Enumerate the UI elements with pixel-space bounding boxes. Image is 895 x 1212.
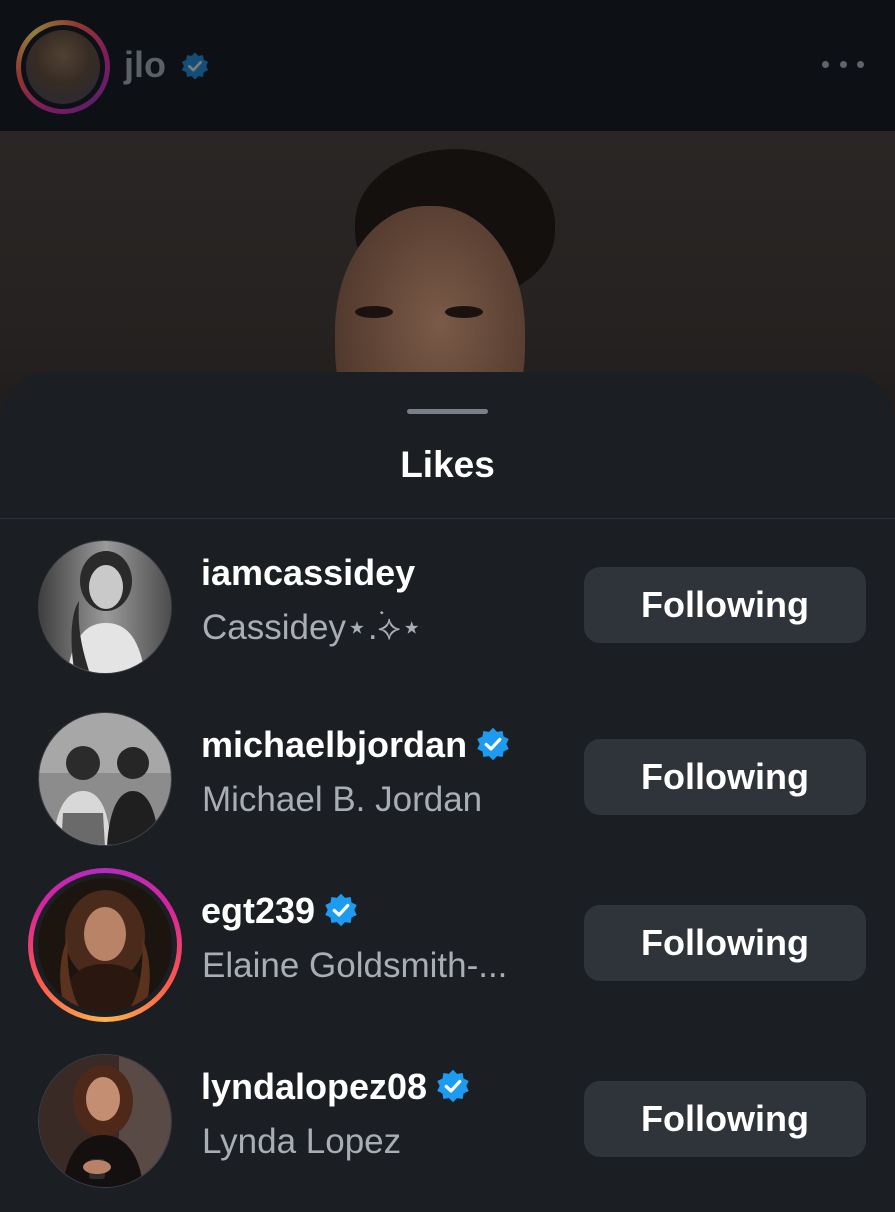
avatar[interactable] xyxy=(38,1054,172,1188)
username[interactable]: egt239 xyxy=(201,890,359,932)
username[interactable]: michaelbjordan xyxy=(201,724,511,766)
like-row-iamcassidey[interactable]: iamcassidey Cassidey⋆.࣪⟡⋆ Following xyxy=(0,530,895,680)
author-username[interactable]: jlo xyxy=(124,44,166,86)
like-row-michaelbjordan[interactable]: michaelbjordan Michael B. Jordan Followi… xyxy=(0,702,895,852)
following-button[interactable]: Following xyxy=(584,905,866,981)
likes-sheet: Likes iamcassidey Cassidey⋆.࣪⟡⋆ Followin… xyxy=(0,372,895,1212)
username[interactable]: iamcassidey xyxy=(201,552,415,594)
divider xyxy=(0,518,895,519)
following-button[interactable]: Following xyxy=(584,739,866,815)
avatar[interactable] xyxy=(38,878,172,1012)
author-avatar xyxy=(26,30,100,104)
sheet-title: Likes xyxy=(400,444,495,485)
verified-badge-icon xyxy=(477,727,509,761)
avatar[interactable] xyxy=(38,712,172,846)
story-ring[interactable] xyxy=(28,868,182,1022)
full-name: Cassidey⋆.࣪⟡⋆ xyxy=(202,608,423,647)
like-row-egt239[interactable]: egt239 Elaine Goldsmith-... Following xyxy=(0,868,895,1022)
avatar[interactable] xyxy=(38,540,172,674)
verified-badge-icon xyxy=(325,893,357,927)
like-row-lyndalopez08[interactable]: lyndalopez08 Lynda Lopez Following xyxy=(0,1044,895,1194)
more-horizontal-icon[interactable] xyxy=(822,52,864,76)
full-name: Lynda Lopez xyxy=(202,1122,402,1161)
author-avatar-story-ring[interactable] xyxy=(16,20,110,114)
sheet-drag-handle[interactable] xyxy=(407,409,488,414)
verified-badge-icon xyxy=(437,1069,469,1103)
post-header: jlo xyxy=(0,0,895,130)
following-button[interactable]: Following xyxy=(584,1081,866,1157)
full-name: Elaine Goldsmith-... xyxy=(202,946,508,985)
username[interactable]: lyndalopez08 xyxy=(201,1066,471,1108)
full-name: Michael B. Jordan xyxy=(202,780,483,819)
following-button[interactable]: Following xyxy=(584,567,866,643)
verified-badge-icon xyxy=(181,52,209,80)
